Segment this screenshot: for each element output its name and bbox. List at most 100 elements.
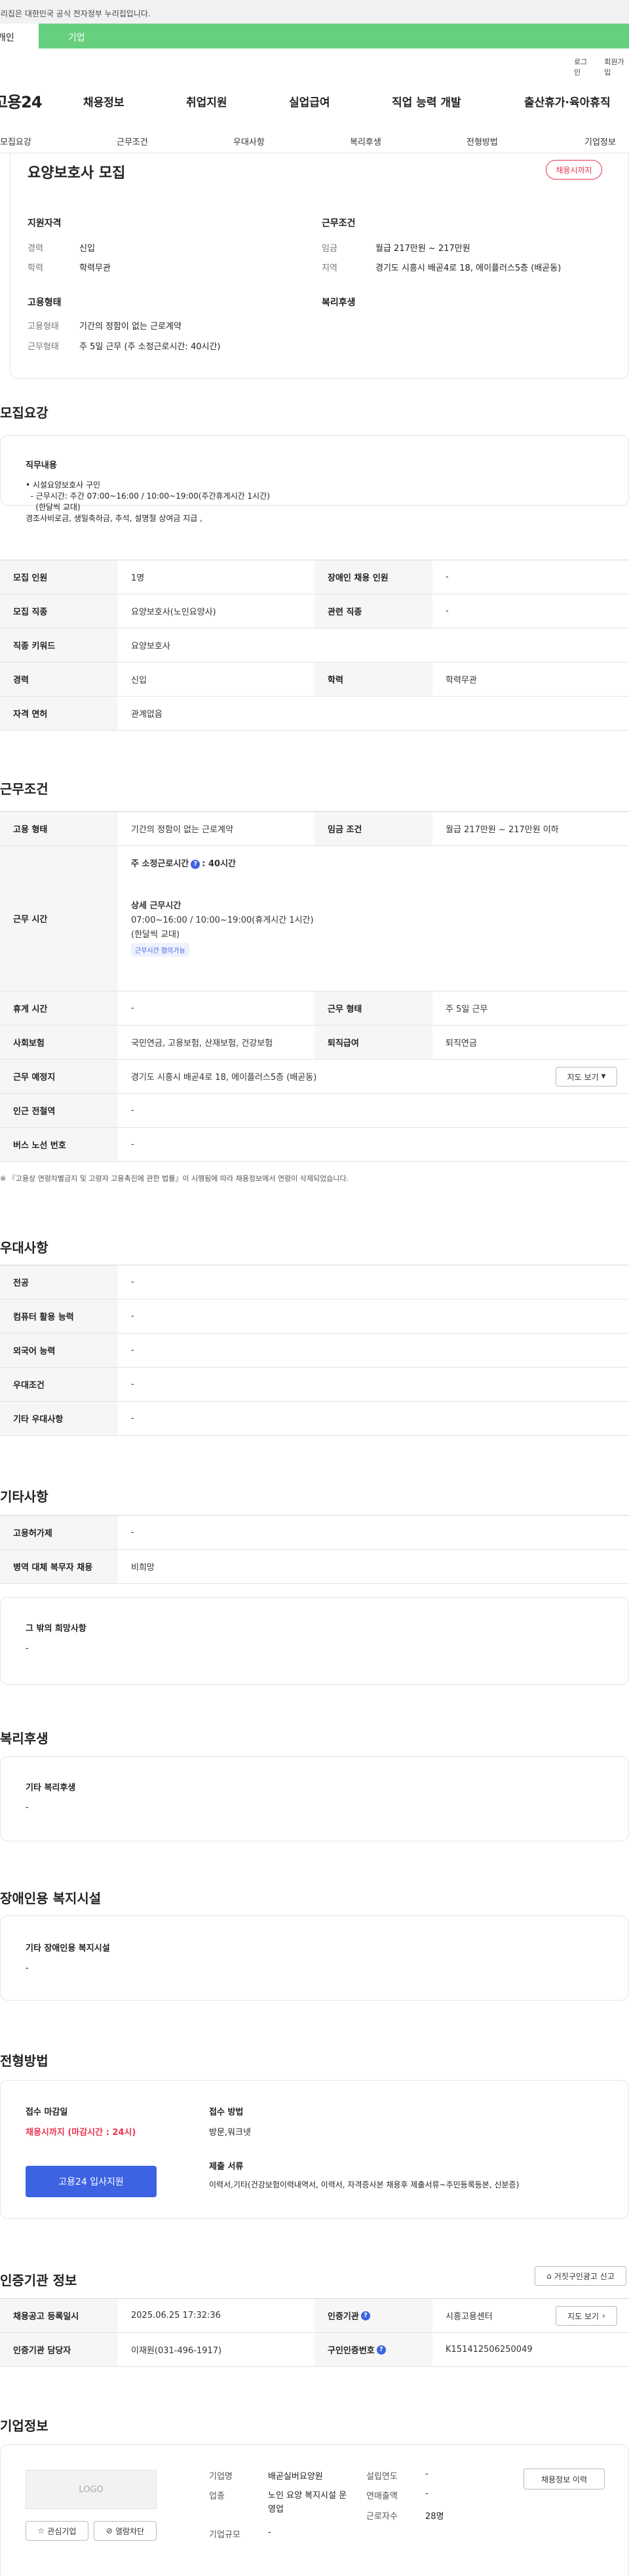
cond-heading: 근무조건 [322, 218, 356, 229]
disability-box-heading: 기타 장애인용 복지시설 [26, 1944, 110, 1953]
row-value: 요양보호사(노인요양사) [131, 607, 216, 617]
founded-value: - [425, 2469, 429, 2479]
table-row: 모집 인원 1명 장애인 채용 인원 - [0, 560, 629, 594]
table-row: 채용공고 등록일시 2025.06.25 17:32:36 인증기관? 시흥고용센터 … [0, 2299, 629, 2333]
table-row: 사회보험 국민연금, 고용보험, 산재보험, 건강보험 퇴직급여 퇴직연금 [0, 1026, 629, 1060]
selection-section-title: 전형방법 [0, 2053, 48, 2069]
row-key: 임금 조건 [314, 812, 432, 845]
login-link[interactable]: 로그인 [574, 56, 592, 77]
row-key: 인증기관 담당자 [0, 2333, 118, 2366]
negotiable-tag-label: 근무시간 협의가능 [131, 943, 189, 957]
report-fake-ad-button[interactable]: ⌂ 거짓구인광고 신고 [535, 2266, 626, 2286]
help-icon[interactable]: ? [360, 2311, 370, 2320]
gnb-item-leave[interactable]: 출산휴가·육아휴직 [524, 93, 611, 109]
signup-link[interactable]: 회원가입 [604, 56, 629, 77]
row-value: - [131, 1379, 134, 1389]
table-row: 경력 신입 학력 학력무관 [0, 663, 629, 697]
table-row: 인근 전철역 - [0, 1094, 629, 1128]
row-value: - [131, 1140, 134, 1149]
gnb-item-jobs[interactable]: 채용정보 [83, 93, 124, 109]
industry-label: 업종 [209, 2491, 225, 2501]
row-value: 기간의 정함이 없는 근로계약 [131, 825, 233, 835]
row-value: - [131, 1413, 134, 1423]
gnb-item-benefit[interactable]: 실업급여 [289, 93, 330, 109]
weekly-hours: 주 소정근로시간?: 40시간 [131, 856, 236, 869]
row-key: 경력 [0, 663, 118, 696]
agency-map-button[interactable]: 지도 보기 › [556, 2306, 617, 2326]
gov-notice-text: 이 누리집은 대한민국 공식 전자정부 누리집입니다. [0, 9, 151, 18]
map-view-button[interactable]: 지도 보기 ▼ [556, 1067, 617, 1086]
negotiable-tag: 근무시간 협의가능 [131, 943, 189, 957]
recruit-section-title: 모집요강 [0, 405, 48, 421]
disability-box-value: - [26, 1963, 29, 1973]
anchor-welfare[interactable]: 복리후생 [350, 135, 381, 147]
row-value: - [131, 1105, 134, 1115]
row-key: 고용허가제 [0, 1516, 118, 1549]
scale-value: - [268, 2528, 271, 2537]
row-value: - [131, 1311, 134, 1321]
site-logo[interactable]: 고용24 [0, 89, 43, 112]
row-key: 장애인 채용 인원 [314, 560, 432, 594]
row-key: 인증기관? [314, 2299, 432, 2332]
tab-company[interactable]: 기업 [39, 24, 91, 48]
deadline-label: 접수 마감일 [26, 2107, 68, 2117]
work-section-title: 근무조건 [0, 781, 48, 797]
row-value: 1명 [131, 573, 145, 583]
star-icon: ☆ [37, 2526, 45, 2535]
row-value: 이재원(031-496-1917) [131, 2346, 222, 2356]
row-key: 고용 형태 [0, 812, 118, 845]
deadline-badge: 채용시까지 [546, 160, 602, 180]
welfare-section-title: 복리후생 [0, 1731, 48, 1746]
row-value: - [131, 1345, 134, 1355]
row-key: 우대조건 [0, 1368, 118, 1401]
favorite-company-button[interactable]: ☆ 관심기업 [26, 2521, 88, 2541]
row-value: 2025.06.25 17:32:36 [131, 2311, 221, 2320]
row-key: 컴퓨터 활용 능력 [0, 1299, 118, 1333]
duty-line: - 근무시간: 주간 07:00~16:00 / 10:00~19:00(주간휴… [26, 491, 270, 501]
table-row: 고용허가제 - [0, 1516, 629, 1550]
tab-personal[interactable]: 개인 [0, 24, 39, 48]
block-view-label: 열람차단 [115, 2526, 145, 2536]
anchor-pref[interactable]: 우대사항 [233, 135, 265, 147]
gnb-item-training[interactable]: 직업 능력 개발 [392, 93, 461, 109]
block-view-button[interactable]: ⊘ 열람차단 [94, 2521, 157, 2541]
table-row: 고용 형태 기간의 정함이 없는 근로계약 임금 조건 월급 217만원 ~ 217만… [0, 812, 629, 846]
cert-section-title: 인증기관 정보 [0, 2273, 77, 2288]
row-key: 인근 전철역 [0, 1094, 118, 1127]
anchor-recruit[interactable]: 모집요강 [0, 135, 31, 147]
anchor-selection[interactable]: 전형방법 [467, 135, 498, 147]
recruit-table: 모집 인원 1명 장애인 채용 인원 - 모집 직종 요양보호사(노인요양사) 관련 직종… [0, 560, 629, 731]
row-key: 병역 대체 복무자 채용 [0, 1550, 118, 1583]
detail-hours-value: 07:00~16:00 / 10:00~19:00(휴게시간 1시간) [131, 915, 314, 925]
row-value: 퇴직연금 [446, 1039, 477, 1048]
chevron-down-icon: ▼ [601, 1073, 606, 1080]
apply-button[interactable]: 고용24 입사지원 [26, 2166, 157, 2197]
founded-label: 설립연도 [366, 2472, 398, 2482]
pref-table: 전공 - 컴퓨터 활용 능력 - 외국어 능력 - 우대조건 - 기타 우대사항 - [0, 1265, 629, 1436]
age-footnote: ※ 『고용상 연령차별금지 및 고령자 고용촉진에 관한 법률』이 시행됨에 따… [0, 1174, 349, 1183]
table-row: 근무 예정지 경기도 시흥시 배곧4로 18, 에이플러스5층 (배곧동) 지도 … [0, 1060, 629, 1094]
job-history-button[interactable]: 채용정보 이력 [524, 2469, 605, 2489]
row-key: 관련 직종 [314, 594, 432, 628]
qual-heading: 지원자격 [28, 218, 62, 229]
etc-table: 고용허가제 - 병역 대체 복무자 채용 비희망 [0, 1515, 629, 1584]
help-icon[interactable]: ? [376, 2345, 386, 2355]
anchor-work[interactable]: 근무조건 [117, 135, 148, 147]
duty-heading: 직무내용 [26, 461, 57, 471]
deadline-value: 채용시까지 (마감시간 : 24시) [26, 2128, 136, 2138]
revenue-label: 연매출액 [366, 2491, 398, 2501]
etc-hope-value: - [26, 1644, 29, 1653]
help-icon[interactable]: ? [191, 859, 200, 869]
pay-value: 월급 217만원 ~ 217만원 [375, 244, 470, 254]
work-time-row: 근무 시간 주 소정근로시간?: 40시간 상세 근무시간 07:00~16:0… [0, 846, 629, 991]
selection-box: 접수 마감일 채용시까지 (마감시간 : 24시) 고용24 입사지원 접수 방… [0, 2080, 629, 2219]
row-key: 퇴직급여 [314, 1026, 432, 1059]
row-value: 경기도 시흥시 배곧4로 18, 에이플러스5층 (배곧동) [131, 1073, 317, 1083]
gnb-item-support[interactable]: 취업지원 [186, 93, 227, 109]
welfare-box-heading: 기타 복리후생 [26, 1783, 76, 1793]
anchor-company[interactable]: 기업정보 [584, 135, 616, 147]
work-form-label: 근무형태 [28, 342, 59, 352]
row-value: 관계없음 [131, 710, 162, 720]
row-key: 휴게 시간 [0, 991, 118, 1025]
row-value: - [131, 1003, 134, 1013]
